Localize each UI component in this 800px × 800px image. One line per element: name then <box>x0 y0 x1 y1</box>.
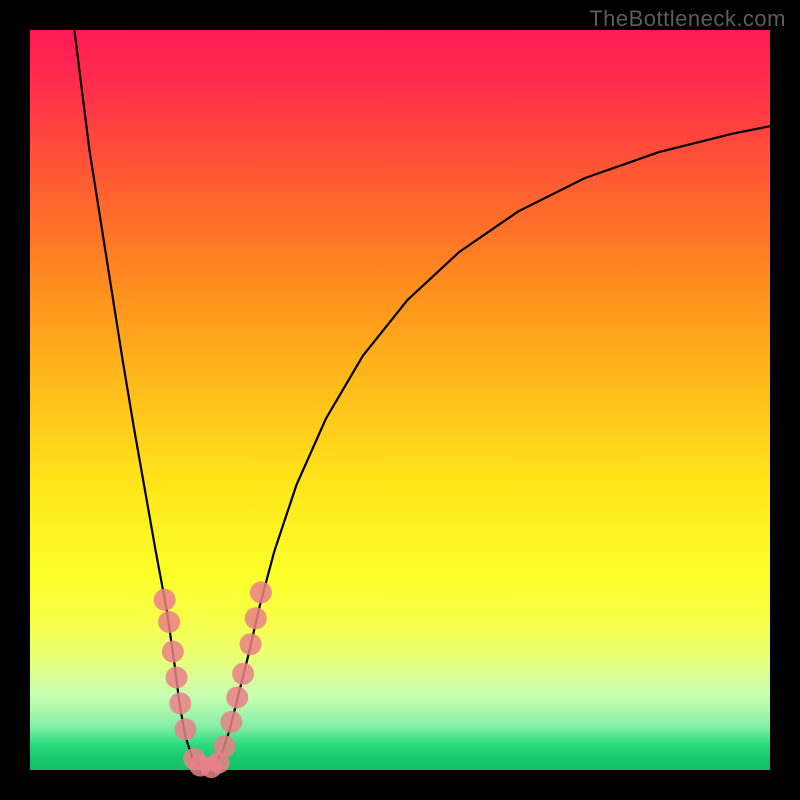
marker-point <box>158 611 180 633</box>
marker-point <box>166 667 188 689</box>
watermark-label: TheBottleneck.com <box>589 6 786 32</box>
marker-point <box>245 607 267 629</box>
marker-point <box>169 692 191 714</box>
chart-container: TheBottleneck.com <box>0 0 800 800</box>
marker-point <box>240 633 262 655</box>
marker-point <box>226 686 248 708</box>
bottleneck-chart <box>0 0 800 800</box>
marker-point <box>214 735 236 757</box>
marker-point <box>162 641 184 663</box>
marker-point <box>154 589 176 611</box>
marker-point <box>250 581 272 603</box>
plot-background <box>30 30 770 770</box>
marker-point <box>174 718 196 740</box>
marker-point <box>220 711 242 733</box>
marker-point <box>232 663 254 685</box>
